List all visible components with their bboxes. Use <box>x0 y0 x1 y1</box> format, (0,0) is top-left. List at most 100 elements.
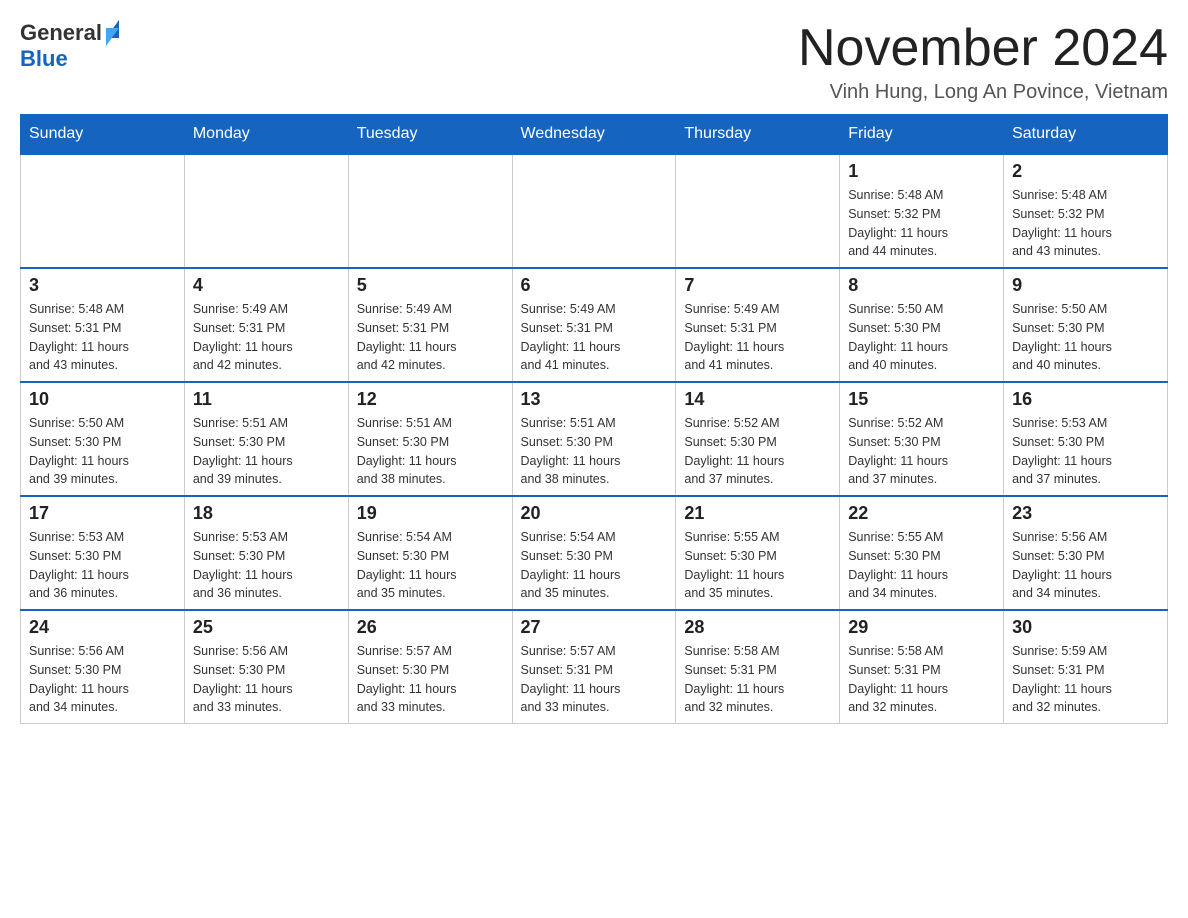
day-info: Sunrise: 5:48 AM Sunset: 5:31 PM Dayligh… <box>29 300 176 375</box>
day-number: 12 <box>357 389 504 410</box>
calendar-cell: 26Sunrise: 5:57 AM Sunset: 5:30 PM Dayli… <box>348 610 512 724</box>
day-info: Sunrise: 5:48 AM Sunset: 5:32 PM Dayligh… <box>848 186 995 261</box>
day-number: 2 <box>1012 161 1159 182</box>
calendar-cell: 13 Sunrise: 5:51 AM Sunset: 5:30 PM Dayli… <box>512 382 676 496</box>
day-number: 18 <box>193 503 340 524</box>
day-info: Sunrise: 5:50 AM Sunset: 5:30 PM Dayligh… <box>1012 300 1159 375</box>
day-info: Sunrise: 5:56 AM Sunset: 5:30 PM Dayligh… <box>29 642 176 717</box>
calendar-cell: 30 Sunrise: 5:59 AM Sunset: 5:31 PM Dayli… <box>1004 610 1168 724</box>
calendar-cell: 1 Sunrise: 5:48 AM Sunset: 5:32 PM Daylig… <box>840 154 1004 268</box>
day-number: 23 <box>1012 503 1159 524</box>
calendar-cell: 7Sunrise: 5:49 AM Sunset: 5:31 PM Daylig… <box>676 268 840 382</box>
calendar-cell: 14Sunrise: 5:52 AM Sunset: 5:30 PM Dayli… <box>676 382 840 496</box>
logo: General Blue <box>20 20 119 72</box>
day-info: Sunrise: 5:57 AM Sunset: 5:31 PM Dayligh… <box>521 642 668 717</box>
day-number: 5 <box>357 275 504 296</box>
calendar-cell: 28 Sunrise: 5:58 AM Sunset: 5:31 PM Dayli… <box>676 610 840 724</box>
day-info: Sunrise: 5:49 AM Sunset: 5:31 PM Dayligh… <box>684 300 831 375</box>
week-row-2: 3 Sunrise: 5:48 AM Sunset: 5:31 PM Daylig… <box>21 268 1168 382</box>
calendar-cell: 19 Sunrise: 5:54 AM Sunset: 5:30 PM Dayli… <box>348 496 512 610</box>
calendar-cell <box>676 154 840 268</box>
weekday-header-wednesday: Wednesday <box>512 115 676 155</box>
calendar-cell: 22Sunrise: 5:55 AM Sunset: 5:30 PM Dayli… <box>840 496 1004 610</box>
day-number: 6 <box>521 275 668 296</box>
day-number: 8 <box>848 275 995 296</box>
calendar-cell: 3 Sunrise: 5:48 AM Sunset: 5:31 PM Daylig… <box>21 268 185 382</box>
calendar-cell: 18 Sunrise: 5:53 AM Sunset: 5:30 PM Dayli… <box>184 496 348 610</box>
logo-general: General <box>20 20 102 46</box>
day-number: 22 <box>848 503 995 524</box>
day-number: 3 <box>29 275 176 296</box>
logo-blue: Blue <box>20 46 68 71</box>
title-section: November 2024 Vinh Hung, Long An Povince… <box>798 20 1168 104</box>
day-info: Sunrise: 5:55 AM Sunset: 5:30 PM Dayligh… <box>684 528 831 603</box>
day-info: Sunrise: 5:52 AM Sunset: 5:30 PM Dayligh… <box>848 414 995 489</box>
day-info: Sunrise: 5:56 AM Sunset: 5:30 PM Dayligh… <box>193 642 340 717</box>
calendar-cell: 12 Sunrise: 5:51 AM Sunset: 5:30 PM Dayli… <box>348 382 512 496</box>
day-info: Sunrise: 5:59 AM Sunset: 5:31 PM Dayligh… <box>1012 642 1159 717</box>
weekday-header-friday: Friday <box>840 115 1004 155</box>
day-info: Sunrise: 5:58 AM Sunset: 5:31 PM Dayligh… <box>684 642 831 717</box>
day-number: 24 <box>29 617 176 638</box>
day-number: 17 <box>29 503 176 524</box>
calendar-cell: 24 Sunrise: 5:56 AM Sunset: 5:30 PM Dayli… <box>21 610 185 724</box>
calendar-cell: 25Sunrise: 5:56 AM Sunset: 5:30 PM Dayli… <box>184 610 348 724</box>
location: Vinh Hung, Long An Povince, Vietnam <box>798 81 1168 104</box>
day-info: Sunrise: 5:56 AM Sunset: 5:30 PM Dayligh… <box>1012 528 1159 603</box>
day-info: Sunrise: 5:49 AM Sunset: 5:31 PM Dayligh… <box>521 300 668 375</box>
day-info: Sunrise: 5:51 AM Sunset: 5:30 PM Dayligh… <box>521 414 668 489</box>
day-number: 28 <box>684 617 831 638</box>
calendar-cell: 8Sunrise: 5:50 AM Sunset: 5:30 PM Daylig… <box>840 268 1004 382</box>
calendar-cell: 29 Sunrise: 5:58 AM Sunset: 5:31 PM Dayli… <box>840 610 1004 724</box>
day-number: 19 <box>357 503 504 524</box>
calendar-cell <box>184 154 348 268</box>
day-number: 13 <box>521 389 668 410</box>
day-info: Sunrise: 5:48 AM Sunset: 5:32 PM Dayligh… <box>1012 186 1159 261</box>
day-info: Sunrise: 5:50 AM Sunset: 5:30 PM Dayligh… <box>29 414 176 489</box>
weekday-header-tuesday: Tuesday <box>348 115 512 155</box>
day-info: Sunrise: 5:58 AM Sunset: 5:31 PM Dayligh… <box>848 642 995 717</box>
week-row-4: 17 Sunrise: 5:53 AM Sunset: 5:30 PM Dayli… <box>21 496 1168 610</box>
day-info: Sunrise: 5:53 AM Sunset: 5:30 PM Dayligh… <box>29 528 176 603</box>
day-number: 20 <box>521 503 668 524</box>
day-info: Sunrise: 5:53 AM Sunset: 5:30 PM Dayligh… <box>1012 414 1159 489</box>
weekday-header-row: SundayMondayTuesdayWednesdayThursdayFrid… <box>21 115 1168 155</box>
week-row-3: 10Sunrise: 5:50 AM Sunset: 5:30 PM Dayli… <box>21 382 1168 496</box>
day-number: 29 <box>848 617 995 638</box>
month-title: November 2024 <box>798 20 1168 77</box>
calendar-cell: 16 Sunrise: 5:53 AM Sunset: 5:30 PM Dayli… <box>1004 382 1168 496</box>
calendar-cell <box>512 154 676 268</box>
day-info: Sunrise: 5:53 AM Sunset: 5:30 PM Dayligh… <box>193 528 340 603</box>
day-number: 14 <box>684 389 831 410</box>
calendar-cell: 4 Sunrise: 5:49 AM Sunset: 5:31 PM Daylig… <box>184 268 348 382</box>
day-number: 4 <box>193 275 340 296</box>
day-info: Sunrise: 5:57 AM Sunset: 5:30 PM Dayligh… <box>357 642 504 717</box>
calendar-cell: 11 Sunrise: 5:51 AM Sunset: 5:30 PM Dayli… <box>184 382 348 496</box>
day-info: Sunrise: 5:49 AM Sunset: 5:31 PM Dayligh… <box>193 300 340 375</box>
weekday-header-monday: Monday <box>184 115 348 155</box>
day-number: 27 <box>521 617 668 638</box>
day-number: 11 <box>193 389 340 410</box>
day-info: Sunrise: 5:51 AM Sunset: 5:30 PM Dayligh… <box>193 414 340 489</box>
weekday-header-sunday: Sunday <box>21 115 185 155</box>
calendar-cell: 5Sunrise: 5:49 AM Sunset: 5:31 PM Daylig… <box>348 268 512 382</box>
calendar-cell: 2 Sunrise: 5:48 AM Sunset: 5:32 PM Daylig… <box>1004 154 1168 268</box>
calendar-cell: 27 Sunrise: 5:57 AM Sunset: 5:31 PM Dayli… <box>512 610 676 724</box>
calendar-cell: 6 Sunrise: 5:49 AM Sunset: 5:31 PM Daylig… <box>512 268 676 382</box>
day-info: Sunrise: 5:54 AM Sunset: 5:30 PM Dayligh… <box>357 528 504 603</box>
calendar-cell: 23 Sunrise: 5:56 AM Sunset: 5:30 PM Dayli… <box>1004 496 1168 610</box>
weekday-header-saturday: Saturday <box>1004 115 1168 155</box>
calendar-cell: 15Sunrise: 5:52 AM Sunset: 5:30 PM Dayli… <box>840 382 1004 496</box>
day-number: 21 <box>684 503 831 524</box>
page-header: General Blue November 2024 Vinh Hung, Lo… <box>20 20 1168 104</box>
day-number: 1 <box>848 161 995 182</box>
day-number: 16 <box>1012 389 1159 410</box>
calendar-cell: 9 Sunrise: 5:50 AM Sunset: 5:30 PM Daylig… <box>1004 268 1168 382</box>
weekday-header-thursday: Thursday <box>676 115 840 155</box>
week-row-5: 24 Sunrise: 5:56 AM Sunset: 5:30 PM Dayli… <box>21 610 1168 724</box>
day-info: Sunrise: 5:54 AM Sunset: 5:30 PM Dayligh… <box>521 528 668 603</box>
day-info: Sunrise: 5:51 AM Sunset: 5:30 PM Dayligh… <box>357 414 504 489</box>
day-number: 30 <box>1012 617 1159 638</box>
day-number: 9 <box>1012 275 1159 296</box>
calendar-cell: 20 Sunrise: 5:54 AM Sunset: 5:30 PM Dayli… <box>512 496 676 610</box>
